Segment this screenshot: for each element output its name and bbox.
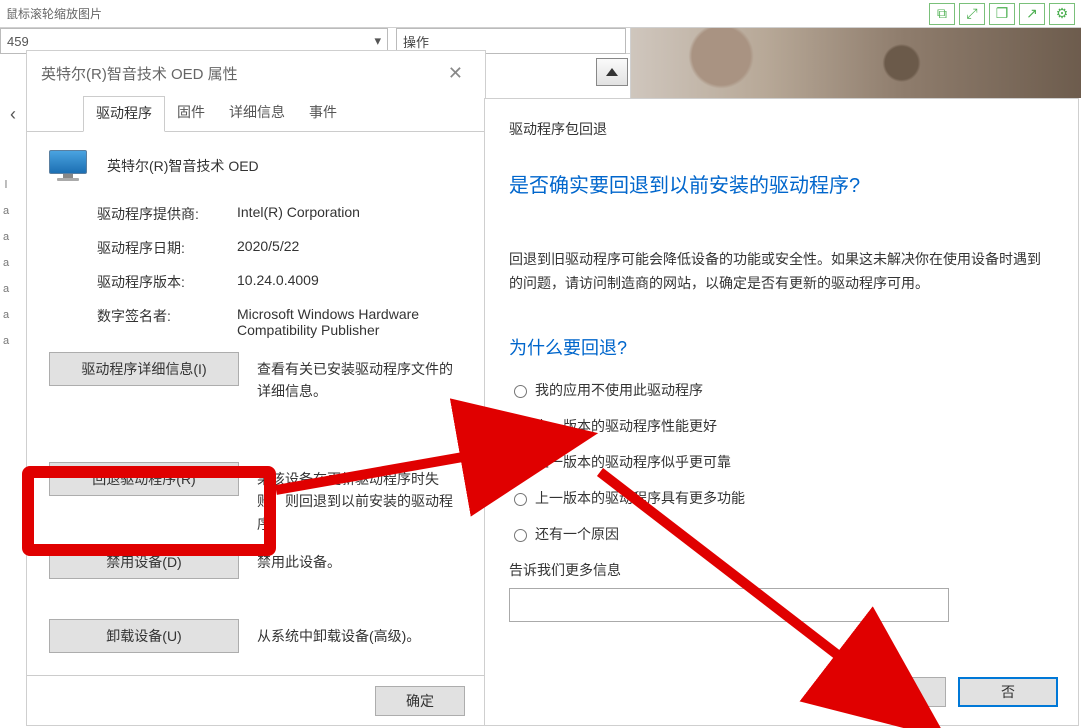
share-icon[interactable]: ↗ [1019, 3, 1045, 25]
driver-details-desc: 查看有关已安装驱动程序文件的详细信息。 [257, 358, 463, 403]
close-icon[interactable]: ✕ [440, 59, 471, 88]
date-label: 驱动程序日期: [97, 238, 237, 258]
radio-input-3[interactable] [514, 493, 527, 506]
back-chevron-icon[interactable]: ‹ [10, 104, 16, 125]
edge-letters: l a a a a a a [0, 172, 12, 354]
radio-label-4: 还有一个原因 [535, 524, 619, 544]
radio-input-1[interactable] [514, 421, 527, 434]
radio-option-3[interactable]: 上一版本的驱动程序具有更多功能 [509, 488, 1054, 508]
why-heading: 为什么要回退? [509, 334, 1054, 360]
more-info-label: 告诉我们更多信息 [509, 560, 1054, 580]
no-button[interactable]: 否 [958, 677, 1058, 707]
radio-option-4[interactable]: 还有一个原因 [509, 524, 1054, 544]
uninstall-device-button[interactable]: 卸载设备(U) [49, 619, 239, 653]
tab-events[interactable]: 事件 [297, 96, 349, 132]
copy-icon[interactable]: ❐ [989, 3, 1015, 25]
disable-device-button[interactable]: 禁用设备(D) [49, 545, 239, 579]
rollback-driver-desc: 果该设备在更新驱动程序时失败，则回退到以前安装的驱动程序。 [257, 468, 463, 535]
radio-input-4[interactable] [514, 529, 527, 542]
radio-label-1: 上一版本的驱动程序性能更好 [535, 416, 717, 436]
properties-footer: 确定 [27, 675, 485, 725]
version-label: 驱动程序版本: [97, 272, 237, 292]
radio-input-0[interactable] [514, 385, 527, 398]
properties-titlebar: 英特尔(R)智音技术 OED 属性 ✕ [27, 51, 485, 95]
rollback-heading: 是否确实要回退到以前安装的驱动程序? [509, 169, 1054, 198]
disable-device-desc: 禁用此设备。 [257, 551, 463, 573]
device-name: 英特尔(R)智音技术 OED [107, 156, 259, 176]
dialog-buttons: 是 否 [846, 677, 1058, 707]
monitor-icon [49, 150, 89, 182]
properties-title: 英特尔(R)智音技术 OED 属性 [41, 63, 238, 84]
properties-body: 英特尔(R)智音技术 OED 驱动程序提供商:Intel(R) Corporat… [27, 132, 485, 693]
uninstall-device-desc: 从系统中卸载设备(高级)。 [257, 625, 463, 647]
radio-input-2[interactable] [514, 457, 527, 470]
background-image [630, 28, 1081, 98]
signer-value: Microsoft Windows Hardware Compatibility… [237, 306, 463, 338]
zoom-value: 459 [7, 34, 29, 49]
radio-option-2[interactable]: 上一版本的驱动程序似乎更可靠 [509, 452, 1054, 472]
ok-button[interactable]: 确定 [375, 686, 465, 716]
tab-details[interactable]: 详细信息 [217, 96, 297, 132]
tabs-bar: 驱动程序 固件 详细信息 事件 [27, 95, 485, 132]
dropdown-up-button[interactable] [596, 58, 628, 86]
app-toolbar: 鼠标滚轮缩放图片 ⧉ ⤢ ❐ ↗ ⚙ [0, 0, 1081, 28]
rollback-warning: 回退到旧驱动程序可能会降低设备的功能或安全性。如果这未解决你在使用设备时遇到的问… [509, 248, 1054, 296]
date-value: 2020/5/22 [237, 238, 463, 258]
properties-window: 英特尔(R)智音技术 OED 属性 ✕ 驱动程序 固件 详细信息 事件 英特尔(… [26, 50, 486, 726]
provider-value: Intel(R) Corporation [237, 204, 463, 224]
radio-option-0[interactable]: 我的应用不使用此驱动程序 [509, 380, 1054, 400]
signer-label: 数字签名者: [97, 306, 237, 338]
triangle-up-icon [606, 68, 618, 76]
tab-driver[interactable]: 驱动程序 [83, 96, 165, 132]
radio-label-3: 上一版本的驱动程序具有更多功能 [535, 488, 745, 508]
rollback-driver-button[interactable]: 回退驱动程序(R) [49, 462, 239, 496]
gear-icon[interactable]: ⚙ [1049, 3, 1075, 25]
rollback-dialog-title: 驱动程序包回退 [509, 119, 1054, 139]
radio-label-0: 我的应用不使用此驱动程序 [535, 380, 703, 400]
chevron-down-icon[interactable]: ▾ [374, 33, 381, 49]
rollback-dialog: 驱动程序包回退 是否确实要回退到以前安装的驱动程序? 回退到旧驱动程序可能会降低… [484, 98, 1079, 726]
driver-info: 驱动程序提供商:Intel(R) Corporation 驱动程序日期:2020… [97, 204, 463, 338]
tab-firmware[interactable]: 固件 [165, 96, 217, 132]
version-value: 10.24.0.4009 [237, 272, 463, 292]
driver-details-button[interactable]: 驱动程序详细信息(I) [49, 352, 239, 386]
window-restore-icon[interactable]: ⧉ [929, 3, 955, 25]
more-info-input[interactable] [509, 588, 949, 622]
app-title: 鼠标滚轮缩放图片 [6, 5, 925, 22]
provider-label: 驱动程序提供商: [97, 204, 237, 224]
action-select-label: 操作 [403, 32, 429, 51]
radio-option-1[interactable]: 上一版本的驱动程序性能更好 [509, 416, 1054, 436]
fullscreen-icon[interactable]: ⤢ [959, 3, 985, 25]
yes-button[interactable]: 是 [846, 677, 946, 707]
radio-label-2: 上一版本的驱动程序似乎更可靠 [535, 452, 731, 472]
